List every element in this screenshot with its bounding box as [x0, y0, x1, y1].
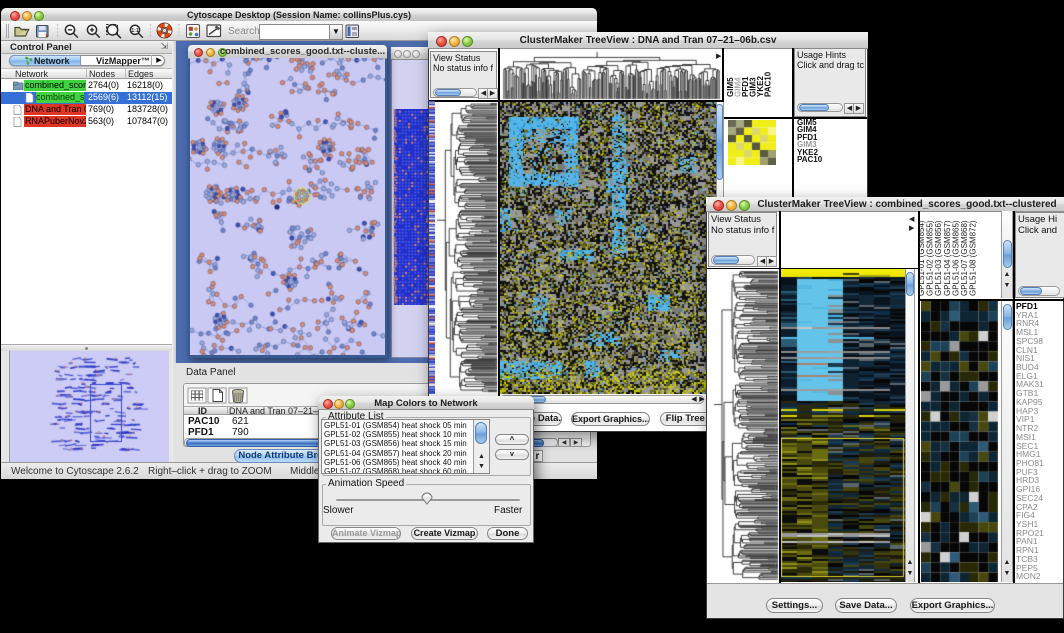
- svg-text:1:1: 1:1: [131, 28, 138, 34]
- svg-text:GPL51-08 (GSM872): GPL51-08 (GSM872): [969, 220, 978, 296]
- svg-text:PAC10: PAC10: [764, 71, 773, 97]
